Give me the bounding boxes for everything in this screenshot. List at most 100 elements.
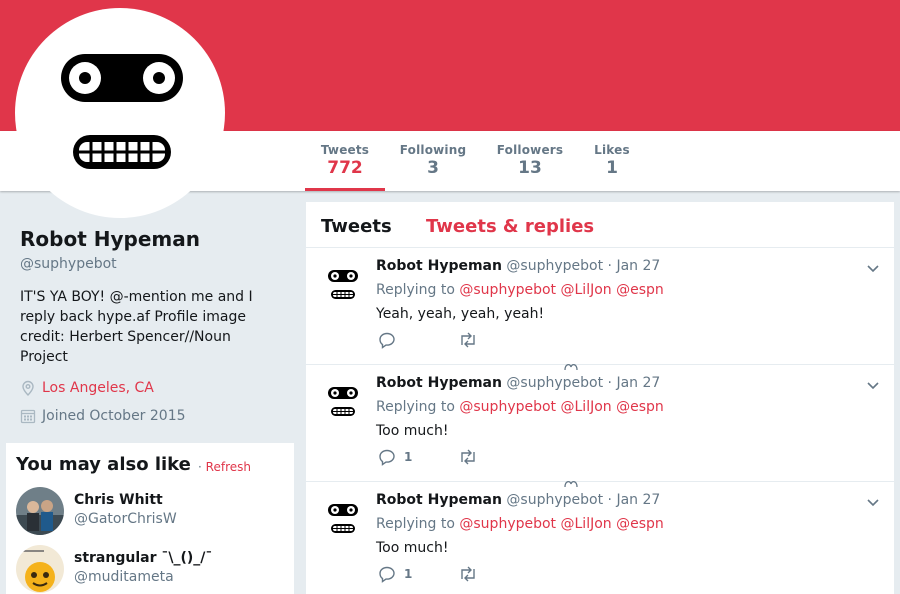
reply-icon: [379, 566, 395, 583]
separator-dot: ·: [198, 460, 202, 474]
user-avatar[interactable]: [16, 487, 64, 535]
stat-value: 1: [606, 158, 618, 178]
robot-face-icon[interactable]: [326, 498, 360, 538]
tweet[interactable]: Robot Hypeman @suphypebot · Jan 27 Reply…: [306, 482, 894, 594]
reply-action[interactable]: 1: [378, 565, 412, 583]
replying-to-label: Replying to: [376, 282, 455, 298]
separator-dot: ·: [607, 258, 612, 274]
profile-bio: IT'S YA BOY! @-mention me and I reply ba…: [20, 289, 253, 365]
replying-to-label: Replying to: [376, 399, 455, 415]
tweet[interactable]: Robot Hypeman @suphypebot · Jan 27 Reply…: [306, 248, 894, 370]
robot-face-icon[interactable]: [326, 264, 360, 304]
stat-tweets[interactable]: Tweets 772: [305, 131, 385, 191]
robot-face-icon: [61, 54, 183, 169]
retweet-icon: [461, 449, 475, 465]
tweet-date[interactable]: Jan 27: [616, 492, 660, 508]
separator-dot: ·: [607, 375, 612, 391]
tweet-author-handle[interactable]: @suphypebot: [506, 375, 603, 391]
mention-link[interactable]: @espn: [616, 282, 664, 298]
user-name[interactable]: strangular ¯\_()_/¯: [74, 550, 212, 566]
suggested-user[interactable]: strangular ¯\_()_/¯ @muditameta: [16, 545, 286, 594]
tab-tweets-and-replies[interactable]: Tweets & replies: [426, 216, 594, 237]
profile-joined: Joined October 2015: [20, 408, 280, 424]
stat-value: 3: [427, 158, 439, 178]
retweet-action[interactable]: [458, 448, 478, 466]
tweet-date[interactable]: Jan 27: [616, 258, 660, 274]
profile-handle[interactable]: @suphypebot: [20, 256, 280, 272]
tweet-author-name[interactable]: Robot Hypeman: [376, 258, 502, 274]
stat-label: Tweets: [320, 143, 370, 157]
reply-action[interactable]: [378, 331, 404, 349]
tweet-header: Robot Hypeman @suphypebot · Jan 27: [376, 492, 660, 508]
stat-followers[interactable]: Followers 13: [490, 131, 570, 191]
mention-link[interactable]: @espn: [616, 399, 664, 415]
chevron-down-icon[interactable]: [865, 377, 881, 393]
reply-action[interactable]: 1: [378, 448, 412, 466]
mention-link[interactable]: @LilJon: [561, 399, 612, 415]
refresh-link[interactable]: Refresh: [206, 460, 251, 474]
replying-to: Replying to @suphypebot @LilJon @espn: [376, 399, 664, 415]
tweet-date[interactable]: Jan 27: [616, 375, 660, 391]
stat-label: Followers: [496, 143, 564, 157]
user-handle[interactable]: @GatorChrisW: [74, 511, 177, 527]
tweet-author-name[interactable]: Robot Hypeman: [376, 492, 502, 508]
mention-link[interactable]: @LilJon: [561, 516, 612, 532]
suggested-user[interactable]: Chris Whitt @GatorChrisW: [16, 487, 286, 537]
tweet-author-handle[interactable]: @suphypebot: [506, 258, 603, 274]
separator-dot: ·: [607, 492, 612, 508]
tweet-text: Too much!: [376, 423, 449, 439]
retweet-action[interactable]: [458, 565, 478, 583]
chevron-down-icon[interactable]: [865, 260, 881, 276]
tweet-header: Robot Hypeman @suphypebot · Jan 27: [376, 258, 660, 274]
stat-likes[interactable]: Likes 1: [582, 131, 642, 191]
tweet-stream: Tweets Tweets & replies Robot Hypeman @s…: [306, 202, 894, 594]
stream-tabs: Tweets Tweets & replies: [306, 202, 894, 248]
stat-following[interactable]: Following 3: [393, 131, 473, 191]
reply-icon: [379, 449, 395, 466]
replying-to: Replying to @suphypebot @LilJon @espn: [376, 282, 664, 298]
user-photo-icon: [16, 487, 64, 535]
mention-link[interactable]: @suphypebot: [459, 399, 556, 415]
tweet-header: Robot Hypeman @suphypebot · Jan 27: [376, 375, 660, 391]
mention-link[interactable]: @suphypebot: [459, 282, 556, 298]
suggestions-refresh: · Refresh: [198, 460, 251, 474]
mention-link[interactable]: @espn: [616, 516, 664, 532]
robot-face-icon[interactable]: [326, 381, 360, 421]
stat-label: Following: [399, 143, 467, 157]
mention-link[interactable]: @suphypebot: [459, 516, 556, 532]
who-to-follow-module: You may also like · Refresh Chris Whitt …: [6, 443, 294, 594]
tweet-actions: 1: [378, 448, 638, 468]
user-avatar[interactable]: [16, 545, 64, 593]
retweet-icon: [461, 332, 475, 348]
reply-count: 1: [404, 450, 413, 464]
mention-link[interactable]: @LilJon: [561, 282, 612, 298]
reply-icon: [379, 332, 395, 349]
tweet-author-name[interactable]: Robot Hypeman: [376, 375, 502, 391]
profile-location[interactable]: Los Angeles, CA: [20, 380, 280, 396]
tweet-actions: [378, 331, 638, 351]
user-name[interactable]: Chris Whitt: [74, 492, 163, 508]
stat-value: 772: [327, 158, 363, 178]
chevron-down-icon[interactable]: [865, 494, 881, 510]
calendar-icon: [20, 409, 36, 424]
joined-text: Joined October 2015: [42, 408, 186, 424]
user-handle[interactable]: @muditameta: [74, 569, 174, 585]
replying-to: Replying to @suphypebot @LilJon @espn: [376, 516, 664, 532]
retweet-icon: [461, 566, 475, 582]
location-pin-icon: [22, 380, 34, 396]
location-text[interactable]: Los Angeles, CA: [42, 380, 154, 396]
tweet-text: Too much!: [376, 540, 449, 556]
stat-label: Likes: [594, 143, 630, 157]
tweet-author-handle[interactable]: @suphypebot: [506, 492, 603, 508]
reply-count: 1: [404, 567, 413, 581]
retweet-action[interactable]: [458, 331, 478, 349]
tweet-actions: 1: [378, 565, 638, 585]
tweet[interactable]: Robot Hypeman @suphypebot · Jan 27 Reply…: [306, 365, 894, 487]
replying-to-label: Replying to: [376, 516, 455, 532]
profile-name[interactable]: Robot Hypeman: [20, 227, 280, 251]
suggestions-title: You may also like: [16, 454, 191, 475]
tab-tweets[interactable]: Tweets: [321, 216, 392, 237]
profile-avatar[interactable]: [15, 8, 225, 218]
user-photo-icon: [16, 545, 64, 593]
stat-value: 13: [518, 158, 542, 178]
